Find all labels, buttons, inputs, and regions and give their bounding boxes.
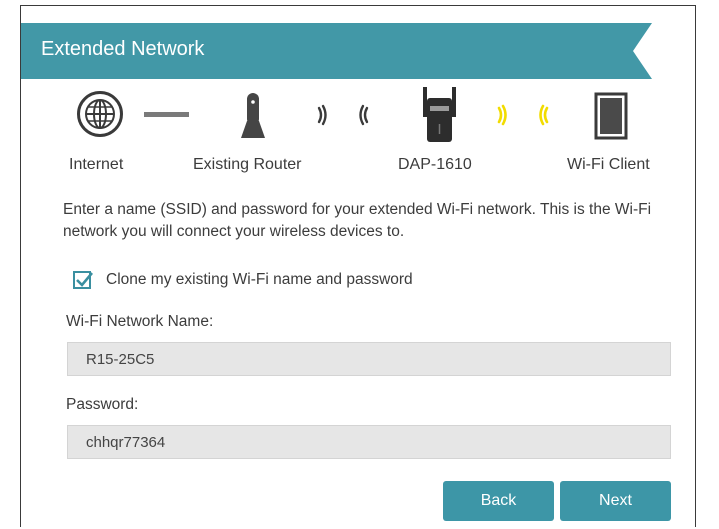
device-label-client: Wi-Fi Client: [567, 156, 650, 173]
setup-panel: Extended Network Internet Existing Route…: [20, 5, 696, 527]
wired-link-line: [144, 112, 189, 117]
clone-label: Clone my existing Wi-Fi name and passwor…: [106, 271, 413, 288]
globe-icon: [77, 91, 123, 137]
extender-icon: [423, 87, 456, 142]
extender-wifi-waves-icon: [497, 104, 549, 126]
router-wifi-waves-icon: [317, 104, 369, 126]
instructions-text: Enter a name (SSID) and password for you…: [63, 201, 652, 240]
password-field[interactable]: chhqr77364: [67, 425, 671, 459]
tablet-icon: [594, 92, 628, 140]
back-button[interactable]: Back: [443, 481, 554, 521]
device-label-router: Existing Router: [193, 156, 302, 173]
next-button[interactable]: Next: [560, 481, 671, 521]
password-label: Password:: [66, 396, 139, 413]
device-label-internet: Internet: [69, 156, 124, 173]
checkmark-icon: [76, 272, 93, 287]
router-icon: [241, 93, 265, 138]
clone-checkbox[interactable]: [73, 271, 93, 289]
network-name-label: Wi-Fi Network Name:: [66, 313, 214, 330]
network-name-field[interactable]: R15-25C5: [67, 342, 671, 376]
device-label-extender: DAP-1610: [398, 156, 472, 173]
